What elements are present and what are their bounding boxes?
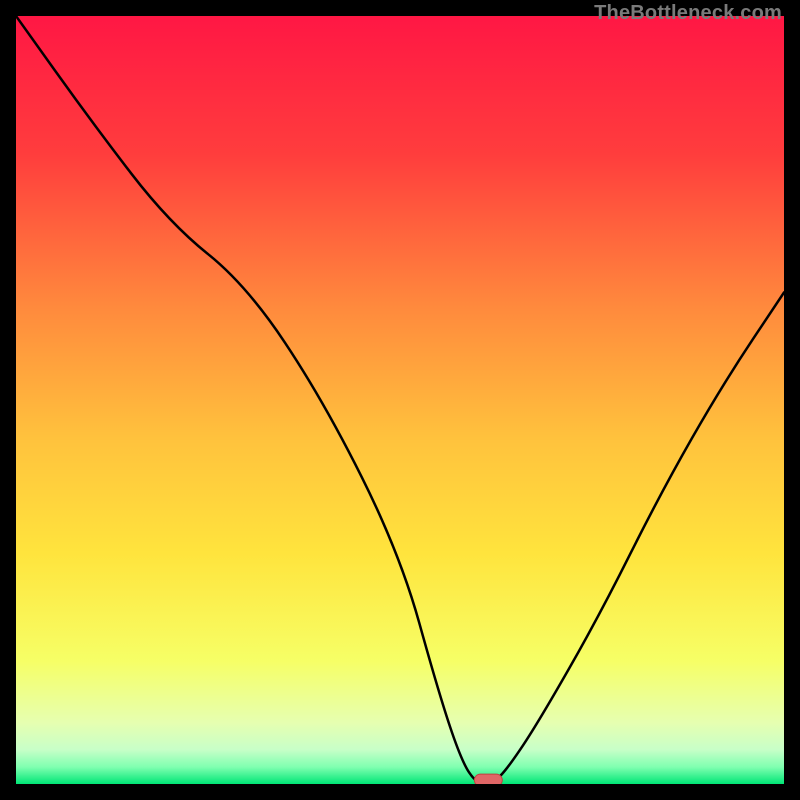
watermark-text: TheBottleneck.com (594, 2, 782, 25)
plot-area (16, 16, 784, 784)
optimal-marker (474, 774, 502, 784)
chart-background (16, 16, 784, 784)
chart-svg (16, 16, 784, 784)
chart-container: TheBottleneck.com (0, 0, 800, 800)
